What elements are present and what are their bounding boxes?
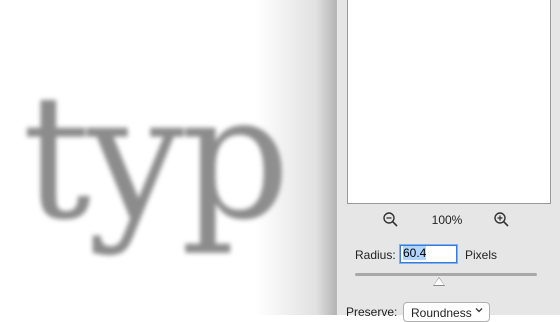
zoom-out-icon[interactable]	[381, 210, 401, 230]
preview-area[interactable]	[347, 0, 551, 204]
radius-slider-thumb[interactable]	[432, 277, 445, 286]
radius-unit: Pixels	[465, 248, 498, 262]
radius-label: Radius:	[355, 248, 396, 262]
preserve-row: Preserve: Roundness	[346, 302, 556, 322]
zoom-controls: 100%	[337, 210, 560, 230]
radius-row: Radius: 60.4 Pixels	[355, 245, 555, 265]
radius-value: 60.4	[403, 246, 427, 260]
canvas-area: typ	[0, 0, 336, 315]
preserve-selected: Roundness	[411, 306, 472, 320]
filter-dialog-panel: 100% Radius: 60.4 Pixels Preserve: Round…	[336, 0, 560, 322]
blurred-text: typ	[22, 57, 290, 258]
radius-input[interactable]: 60.4	[400, 245, 457, 263]
chevron-down-icon	[475, 308, 483, 313]
preserve-dropdown[interactable]: Roundness	[403, 302, 490, 322]
preserve-label: Preserve:	[346, 305, 398, 319]
zoom-in-icon[interactable]	[492, 210, 512, 230]
canvas-shadow	[256, 0, 336, 315]
radius-slider-track[interactable]	[355, 273, 537, 276]
zoom-level: 100%	[431, 213, 463, 227]
